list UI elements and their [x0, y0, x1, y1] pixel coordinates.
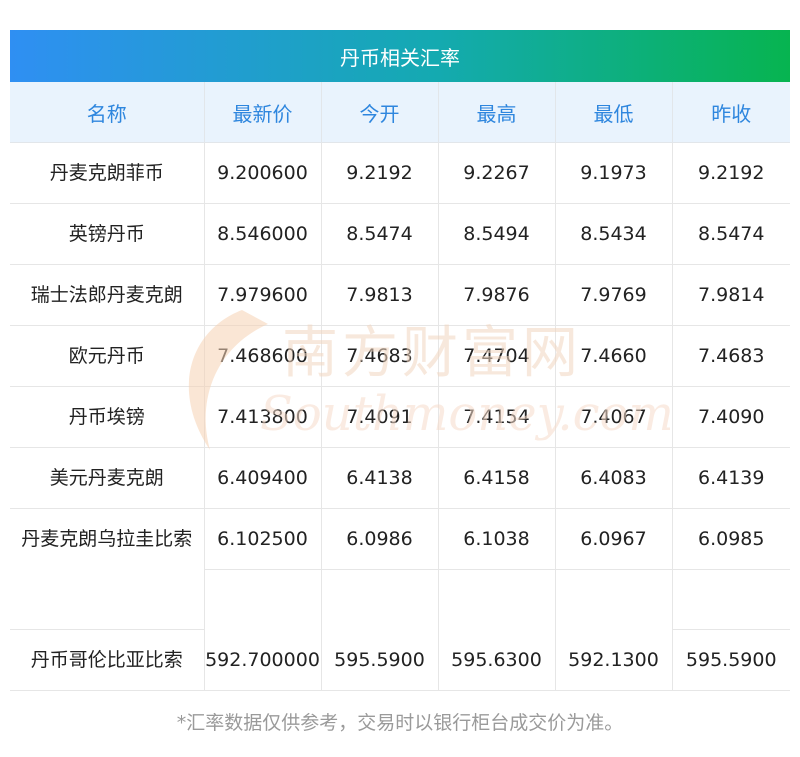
prev-close-price: 7.9814 [672, 264, 790, 326]
currency-pair-name: 瑞士法郎丹麦克朗 [10, 264, 205, 326]
high-price: 7.4154 [438, 386, 556, 448]
latest-price: 592.700000 [204, 629, 322, 691]
table-row: 欧元丹币 7.468600 7.4683 7.4704 7.4660 7.468… [10, 325, 790, 387]
prev-close-price-value: 6.0985 [672, 509, 790, 570]
open-price: 7.4683 [321, 325, 439, 387]
table-title: 丹币相关汇率 [10, 30, 790, 82]
low-price: 6.0967 [555, 508, 673, 630]
high-price: 9.2267 [438, 142, 556, 204]
column-header-name: 名称 [10, 82, 205, 143]
table-row: 丹麦克朗菲币 9.200600 9.2192 9.2267 9.1973 9.2… [10, 142, 790, 204]
currency-pair-name: 丹麦克朗乌拉圭比索 [10, 508, 205, 630]
currency-pair-name: 美元丹麦克朗 [10, 447, 205, 509]
high-price: 595.6300 [438, 629, 556, 691]
open-price: 6.4138 [321, 447, 439, 509]
prev-close-price: 8.5474 [672, 203, 790, 265]
low-price: 6.4083 [555, 447, 673, 509]
latest-price: 7.468600 [204, 325, 322, 387]
low-price: 7.4660 [555, 325, 673, 387]
latest-price: 8.546000 [204, 203, 322, 265]
open-price: 6.0986 [321, 508, 439, 630]
open-price: 7.4091 [321, 386, 439, 448]
table-row: 丹币埃镑 7.413800 7.4091 7.4154 7.4067 7.409… [10, 386, 790, 448]
open-price-value: 6.0986 [321, 509, 438, 570]
column-header-open: 今开 [321, 82, 439, 143]
open-price: 7.9813 [321, 264, 439, 326]
column-header-prev-close: 昨收 [672, 82, 790, 143]
low-price: 7.9769 [555, 264, 673, 326]
header-row: 名称 最新价 今开 最高 最低 昨收 [10, 82, 790, 143]
low-price: 7.4067 [555, 386, 673, 448]
prev-close-price: 9.2192 [672, 142, 790, 204]
disclaimer-footnote: *汇率数据仅供参考，交易时以银行柜台成交价为准。 [176, 712, 624, 734]
column-header-high: 最高 [438, 82, 556, 143]
high-price: 6.4158 [438, 447, 556, 509]
low-price-value: 6.0967 [555, 509, 672, 570]
high-price: 8.5494 [438, 203, 556, 265]
column-header-latest: 最新价 [204, 82, 322, 143]
open-price: 8.5474 [321, 203, 439, 265]
latest-price: 6.102500 [204, 508, 322, 630]
high-price: 7.4704 [438, 325, 556, 387]
high-price: 7.9876 [438, 264, 556, 326]
table-row: 瑞士法郎丹麦克朗 7.979600 7.9813 7.9876 7.9769 7… [10, 264, 790, 326]
latest-price: 7.413800 [204, 386, 322, 448]
currency-pair-name: 丹币哥伦比亚比索 [10, 629, 205, 691]
high-price-value: 6.1038 [438, 509, 555, 570]
currency-pair-name: 欧元丹币 [10, 325, 205, 387]
currency-pair-name: 英镑丹币 [10, 203, 205, 265]
latest-price: 9.200600 [204, 142, 322, 204]
latest-price: 7.979600 [204, 264, 322, 326]
table-row: 英镑丹币 8.546000 8.5474 8.5494 8.5434 8.547… [10, 203, 790, 265]
column-header-low: 最低 [555, 82, 673, 143]
low-price: 592.1300 [555, 629, 673, 691]
prev-close-price: 7.4090 [672, 386, 790, 448]
exchange-rate-table: 丹币相关汇率 名称 最新价 今开 最高 最低 昨收 丹麦克朗菲币 9.20060… [10, 30, 790, 691]
latest-price-value: 6.102500 [204, 509, 321, 570]
prev-close-price: 6.0985 [672, 508, 790, 630]
currency-pair-name: 丹麦克朗菲币 [10, 142, 205, 204]
low-price: 8.5434 [555, 203, 673, 265]
currency-pair-name: 丹币埃镑 [10, 386, 205, 448]
prev-close-price: 7.4683 [672, 325, 790, 387]
table-row: 丹币哥伦比亚比索 592.700000 595.5900 595.6300 59… [10, 629, 790, 691]
prev-close-price: 6.4139 [672, 447, 790, 509]
open-price: 9.2192 [321, 142, 439, 204]
table-row: 美元丹麦克朗 6.409400 6.4138 6.4158 6.4083 6.4… [10, 447, 790, 509]
low-price: 9.1973 [555, 142, 673, 204]
high-price: 6.1038 [438, 508, 556, 630]
rates-grid: 名称 最新价 今开 最高 最低 昨收 丹麦克朗菲币 9.200600 9.219… [10, 82, 790, 691]
table-row: 丹麦克朗乌拉圭比索 6.102500 6.0986 6.1038 6.0967 … [10, 508, 790, 630]
prev-close-price: 595.5900 [672, 629, 790, 691]
latest-price: 6.409400 [204, 447, 322, 509]
open-price: 595.5900 [321, 629, 439, 691]
